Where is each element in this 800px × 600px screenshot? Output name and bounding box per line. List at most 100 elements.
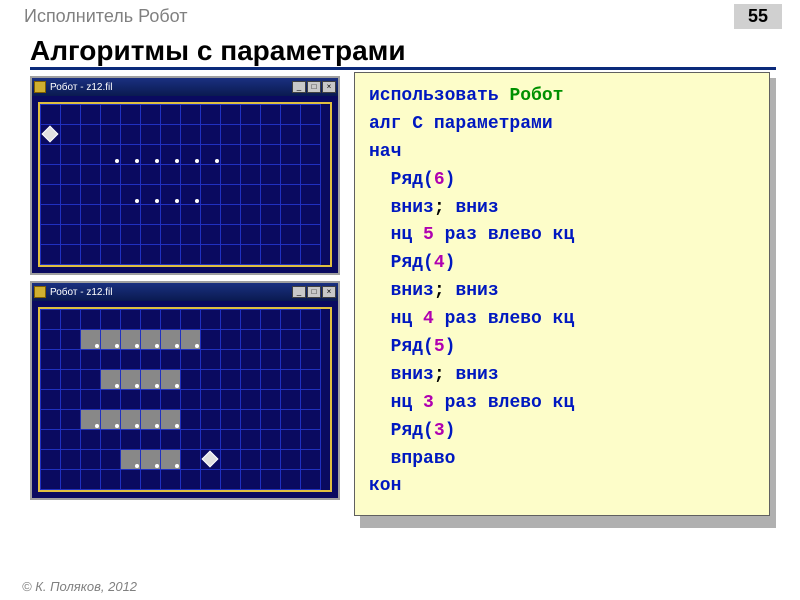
grid-cell (81, 450, 101, 470)
left-column: Робот - z12.fil _ □ × Робот - z12.fil (30, 76, 340, 506)
grid-cell (221, 245, 241, 265)
grid-cell (301, 430, 321, 450)
dot-marker (115, 384, 119, 388)
grid-cell (101, 470, 121, 490)
grid-cell (201, 185, 221, 205)
grid-cell (261, 350, 281, 370)
grid-cell (281, 330, 301, 350)
code-cmd: вниз (455, 198, 498, 218)
grid-cell (301, 330, 321, 350)
window1-maximize-button[interactable]: □ (307, 81, 321, 93)
grid-cell (101, 310, 121, 330)
right-column: использовать Робот алг С параметрами нач… (356, 76, 776, 528)
window2-maximize-button[interactable]: □ (307, 286, 321, 298)
grid-cell (41, 105, 61, 125)
grid-cell (101, 450, 121, 470)
dot-marker (155, 199, 159, 203)
grid-cell (201, 470, 221, 490)
window2-icon (34, 286, 46, 298)
grid-cell (241, 205, 261, 225)
grid-cell (281, 430, 301, 450)
grid-cell (81, 165, 101, 185)
window1-close-button[interactable]: × (322, 81, 336, 93)
grid-cell (61, 410, 81, 430)
grid-cell (241, 125, 261, 145)
window1-field-wrap (32, 96, 338, 273)
code-paren: ) (445, 253, 456, 273)
grid-cell (241, 245, 261, 265)
window1-titlebar: Робот - z12.fil _ □ × (32, 78, 338, 96)
grid-cell (41, 350, 61, 370)
grid-cell (261, 310, 281, 330)
grid-cell (121, 125, 141, 145)
grid-cell (41, 205, 61, 225)
grid-cell (181, 185, 201, 205)
grid-cell (81, 310, 101, 330)
grid-cell (141, 470, 161, 490)
grid-cell (41, 390, 61, 410)
grid-cell (81, 245, 101, 265)
grid-cell (141, 205, 161, 225)
grid-cell (81, 470, 101, 490)
grid-cell (41, 225, 61, 245)
grid-cell (101, 145, 121, 165)
grid-cell (221, 185, 241, 205)
grid-cell (221, 310, 241, 330)
grid-cell (101, 245, 121, 265)
grid-cell (61, 330, 81, 350)
grid-cell (141, 450, 161, 470)
grid-cell (161, 330, 181, 350)
grid-cell (101, 350, 121, 370)
code-kw: кц (542, 225, 574, 245)
grid-cell (201, 430, 221, 450)
grid-cell (181, 450, 201, 470)
dot-marker (175, 384, 179, 388)
code-sep: ; (434, 365, 456, 385)
grid-cell (101, 390, 121, 410)
footer-text: К. Поляков, 2012 (35, 579, 137, 594)
grid-cell (201, 105, 221, 125)
dot-marker (195, 344, 199, 348)
code-number: 6 (434, 170, 445, 190)
grid-cell (141, 185, 161, 205)
window2-close-button[interactable]: × (322, 286, 336, 298)
grid-cell (121, 330, 141, 350)
grid-cell (181, 205, 201, 225)
grid-cell (241, 185, 261, 205)
grid-cell (141, 225, 161, 245)
grid-cell (221, 105, 241, 125)
grid-cell (41, 185, 61, 205)
grid-cell (241, 350, 261, 370)
grid-cell (121, 105, 141, 125)
grid-cell (301, 185, 321, 205)
grid-cell (161, 125, 181, 145)
grid-cell (101, 410, 121, 430)
grid-cell (81, 390, 101, 410)
grid-cell (101, 430, 121, 450)
dot-marker (95, 424, 99, 428)
grid-cell (161, 105, 181, 125)
grid-cell (201, 390, 221, 410)
grid-cell (101, 330, 121, 350)
grid-cell (121, 470, 141, 490)
grid-cell (221, 330, 241, 350)
grid-cell (161, 310, 181, 330)
window1-minimize-button[interactable]: _ (292, 81, 306, 93)
grid-cell (61, 125, 81, 145)
grid-cell (141, 165, 161, 185)
grid-cell (81, 370, 101, 390)
code-shadow: использовать Робот алг С параметрами нач… (360, 78, 776, 528)
grid-cell (201, 245, 221, 265)
grid-cell (41, 450, 61, 470)
window2-grid (38, 307, 332, 492)
grid-cell (201, 125, 221, 145)
grid-cell (241, 225, 261, 245)
footer: © К. Поляков, 2012 (22, 579, 137, 594)
grid-cell (201, 225, 221, 245)
code-kw: кц (542, 309, 574, 329)
grid-cell (301, 310, 321, 330)
dot-marker (195, 199, 199, 203)
grid-cell (261, 430, 281, 450)
grid-cell (41, 330, 61, 350)
window2-minimize-button[interactable]: _ (292, 286, 306, 298)
